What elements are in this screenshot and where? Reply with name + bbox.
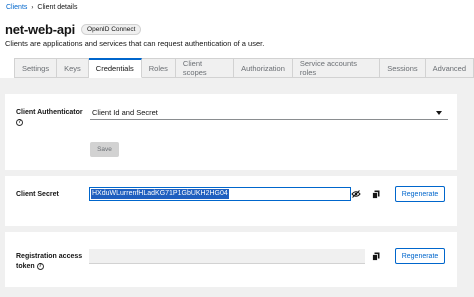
- copy-icon-svg: [372, 252, 380, 261]
- copy-icon[interactable]: [369, 249, 383, 263]
- copy-icon-svg: [372, 190, 380, 199]
- registration-label-line2: token: [16, 263, 35, 270]
- tab-service-accounts-roles[interactable]: Service accounts roles: [292, 58, 381, 78]
- tab-authorization[interactable]: Authorization: [234, 58, 293, 78]
- authenticator-select[interactable]: Client Id and Secret: [90, 106, 448, 120]
- breadcrumb-current: Client details: [37, 4, 78, 11]
- client-secret-field[interactable]: HXduWLurrenfHLadKG71P1GbUKH2HG04: [89, 187, 351, 201]
- client-details-page: Clients › Client details net-web-api Ope…: [0, 0, 474, 297]
- tab-credentials[interactable]: Credentials: [88, 58, 142, 78]
- authenticator-select-value: Client Id and Secret: [92, 108, 158, 117]
- breadcrumb-clients-link[interactable]: Clients: [6, 4, 27, 11]
- client-secret-value: HXduWLurrenfHLadKG71P1GbUKH2HG04: [91, 189, 229, 199]
- registration-label-line1: Registration access: [16, 253, 83, 260]
- page-subtitle: Clients are applications and services th…: [5, 39, 265, 48]
- registration-token-field[interactable]: [89, 249, 365, 264]
- title-row: net-web-api OpenID Connect: [5, 22, 142, 37]
- save-button[interactable]: Save: [90, 142, 119, 157]
- tab-sessions[interactable]: Sessions: [380, 58, 426, 78]
- protocol-badge: OpenID Connect: [81, 24, 142, 35]
- registration-token-card: Registration access token ? Regenerate: [5, 232, 457, 287]
- tab-keys[interactable]: Keys: [57, 58, 89, 78]
- help-icon[interactable]: ?: [36, 262, 44, 270]
- breadcrumb-separator-icon: ›: [31, 4, 34, 11]
- eye-slash-icon[interactable]: [349, 187, 363, 201]
- tab-bar: Settings Keys Credentials Roles Client s…: [14, 58, 474, 78]
- registration-label-group: Registration access token ?: [16, 252, 82, 272]
- help-icon[interactable]: ?: [16, 118, 23, 126]
- page-title: net-web-api: [5, 22, 76, 37]
- tab-roles[interactable]: Roles: [141, 58, 176, 78]
- client-secret-label: Client Secret: [16, 191, 59, 198]
- authenticator-label-group: Client Authenticator ?: [16, 108, 83, 128]
- tab-settings[interactable]: Settings: [14, 58, 58, 78]
- breadcrumb: Clients › Client details: [6, 4, 77, 11]
- copy-icon[interactable]: [369, 187, 383, 201]
- regenerate-secret-button[interactable]: Regenerate: [395, 186, 445, 202]
- regenerate-token-button[interactable]: Regenerate: [395, 248, 445, 264]
- client-secret-card: Client Secret HXduWLurrenfHLadKG71P1GbUK…: [5, 176, 457, 226]
- authenticator-card: Client Authenticator ? Client Id and Sec…: [5, 94, 457, 170]
- eye-slash-icon-svg: [351, 190, 361, 198]
- authenticator-label: Client Authenticator: [16, 109, 83, 116]
- tab-client-scopes[interactable]: Client scopes: [175, 58, 235, 78]
- caret-down-icon: [436, 111, 442, 115]
- tab-advanced[interactable]: Advanced: [425, 58, 474, 78]
